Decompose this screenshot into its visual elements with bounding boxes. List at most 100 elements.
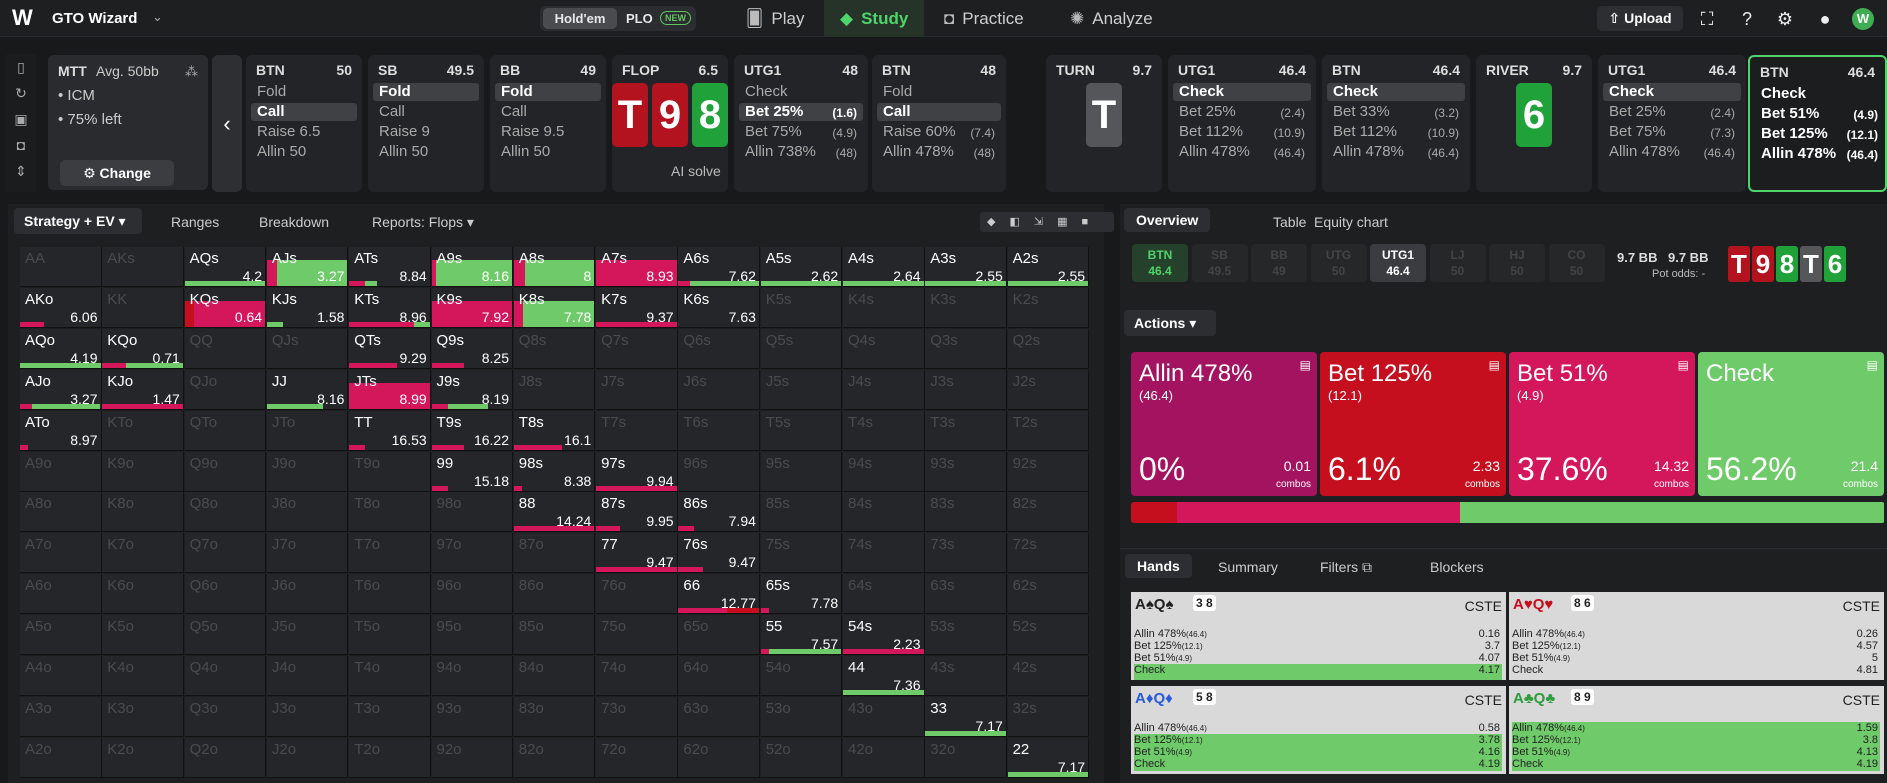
- nav-analyze[interactable]: ✺ Analyze: [1070, 0, 1153, 37]
- action-card-river[interactable]: RIVER 9.7 6: [1476, 55, 1592, 192]
- hand-cell[interactable]: 75s: [760, 533, 843, 574]
- hand-cell[interactable]: QTo: [184, 410, 267, 451]
- avatar[interactable]: W: [1852, 8, 1874, 30]
- hand-cell[interactable]: 33 7.17: [925, 696, 1007, 737]
- hand-cell[interactable]: 73o: [596, 696, 678, 737]
- action-card-bb[interactable]: BB 49 Fold Call Raise 9.5 Allin 50: [490, 55, 606, 192]
- hand-cell[interactable]: JJ 8.16: [266, 369, 349, 410]
- hand-cell[interactable]: Q7o: [184, 533, 267, 574]
- hand-cell[interactable]: 87s 9.95: [596, 492, 678, 533]
- change-button[interactable]: ⚙ Change: [60, 160, 174, 186]
- app-title[interactable]: GTO Wizard: [52, 10, 137, 27]
- note-icon[interactable]: ▤: [1867, 358, 1878, 372]
- hand-cell[interactable]: 73s: [925, 533, 1007, 574]
- actions-dropdown[interactable]: Actions ▾: [1124, 310, 1216, 336]
- hand-cell[interactable]: 76s 9.47: [678, 533, 760, 574]
- hand-cell[interactable]: Q2s: [1007, 328, 1090, 369]
- hand-cell[interactable]: T5s: [760, 410, 843, 451]
- hand-cell[interactable]: A4s 2.64: [843, 247, 925, 287]
- hand-cell[interactable]: 52s: [1007, 615, 1090, 656]
- hand-cell[interactable]: Q9o: [184, 451, 267, 492]
- hand-cell[interactable]: 93o: [431, 696, 513, 737]
- hand-cell[interactable]: 54o: [760, 656, 843, 696]
- hand-cell[interactable]: 82o: [513, 737, 596, 778]
- card-action-option[interactable]: Allin 738% (48): [739, 143, 863, 161]
- tab-table[interactable]: Table: [1273, 214, 1306, 230]
- card-action-option[interactable]: Fold: [251, 83, 357, 101]
- note-icon[interactable]: ▤: [1678, 358, 1689, 372]
- hand-cell[interactable]: 63s: [925, 574, 1007, 615]
- hand-card[interactable]: A♠Q♠ 3 8 CSTE Allin 478%(46.4) 0.16 Bet 125%(…: [1131, 592, 1506, 680]
- hand-cell[interactable]: A5o: [20, 615, 102, 656]
- action-card-utg1[interactable]: UTG1 48 Check Bet 25% (1.6) Bet 75% (4.9) Allin…: [734, 55, 868, 192]
- hand-cell[interactable]: KQs 0.64: [184, 287, 267, 328]
- tab-breakdown[interactable]: Breakdown: [259, 214, 329, 230]
- gto-wizard-logo[interactable]: W: [12, 6, 38, 30]
- card-action-option[interactable]: Check: [1755, 85, 1884, 103]
- card-action-option[interactable]: Raise 9: [373, 123, 479, 141]
- hand-cell[interactable]: K3o: [102, 696, 184, 737]
- note-icon[interactable]: ▤: [1300, 358, 1311, 372]
- hand-card[interactable]: A♦Q♦ 5 8 CSTE Allin 478%(46.4) 0.58 Bet 125%(…: [1131, 686, 1506, 774]
- hand-cell[interactable]: 65o: [678, 615, 760, 656]
- card-action-option[interactable]: Call: [251, 103, 357, 121]
- hand-cell[interactable]: A7o: [20, 533, 102, 574]
- hand-cell[interactable]: 85o: [513, 615, 596, 656]
- hand-cell[interactable]: TT 16.53: [349, 410, 431, 451]
- hand-card[interactable]: A♥Q♥ 8 6 CSTE Allin 478%(46.4) 0.26 Bet 125%(…: [1509, 592, 1884, 680]
- hand-cell[interactable]: AQo 4.19: [20, 328, 102, 369]
- card-action-option[interactable]: Allin 478% (46.4): [1173, 143, 1311, 161]
- hand-cell[interactable]: 53s: [925, 615, 1007, 656]
- hand-cell[interactable]: T3s: [925, 410, 1007, 451]
- hand-cell[interactable]: AKs: [102, 247, 184, 287]
- hand-cell[interactable]: K6o: [102, 574, 184, 615]
- hand-cell[interactable]: K5s: [760, 287, 843, 328]
- hand-cell[interactable]: 62o: [678, 737, 760, 778]
- card-action-option[interactable]: Fold: [877, 83, 1001, 101]
- chevron-down-icon[interactable]: ⌄: [152, 9, 163, 25]
- note-icon[interactable]: ▤: [1489, 358, 1500, 372]
- hand-cell[interactable]: T4o: [349, 656, 431, 696]
- card-action-option[interactable]: Fold: [495, 83, 601, 101]
- hand-cell[interactable]: J2o: [266, 737, 349, 778]
- nav-study[interactable]: ◆ Study: [824, 0, 925, 37]
- hand-cell[interactable]: 65s 7.78: [760, 574, 843, 615]
- hand-cell[interactable]: ATs 8.84: [349, 247, 431, 287]
- hand-cell[interactable]: 92o: [431, 737, 513, 778]
- card-action-option[interactable]: Bet 75% (4.9): [739, 123, 863, 141]
- tab-blockers[interactable]: Blockers: [1430, 559, 1484, 575]
- card-action-option[interactable]: Check: [739, 83, 863, 101]
- hand-cell[interactable]: K4o: [102, 656, 184, 696]
- hand-cell[interactable]: A5s 2.62: [760, 247, 843, 287]
- card-action-option[interactable]: Allin 478% (48): [877, 143, 1001, 161]
- card-action-option[interactable]: Allin 50: [495, 143, 601, 161]
- hand-cell[interactable]: T5o: [349, 615, 431, 656]
- card-action-option[interactable]: Allin 478% (46.4): [1327, 143, 1465, 161]
- hand-cell[interactable]: Q5o: [184, 615, 267, 656]
- action-card-btn[interactable]: BTN 46.4 Check Bet 33% (3.2) Bet 112% (10.9) Al…: [1322, 55, 1470, 192]
- hand-cell[interactable]: J6o: [266, 574, 349, 615]
- hand-cell[interactable]: Q4o: [184, 656, 267, 696]
- hand-cell[interactable]: J4s: [843, 369, 925, 410]
- tab-filters[interactable]: Filters ⧉: [1320, 559, 1372, 576]
- hand-cell[interactable]: A9o: [20, 451, 102, 492]
- action-card-btn[interactable]: BTN 48 Fold Call Raise 60% (7.4) Allin 478% (48…: [872, 55, 1006, 192]
- user-icon[interactable]: ●: [1814, 8, 1836, 30]
- hand-cell[interactable]: A3o: [20, 696, 102, 737]
- hand-cell[interactable]: K7o: [102, 533, 184, 574]
- hand-cell[interactable]: A7s 8.93: [596, 247, 678, 287]
- hand-cell[interactable]: 98o: [431, 492, 513, 533]
- hand-cell[interactable]: KTs 8.96: [349, 287, 431, 328]
- hand-cell[interactable]: 44 7.36: [843, 656, 925, 696]
- hand-cell[interactable]: 64s: [843, 574, 925, 615]
- card-action-option[interactable]: Bet 51% (4.9): [1755, 105, 1884, 123]
- hand-cell[interactable]: 97o: [431, 533, 513, 574]
- hand-cell[interactable]: K6s 7.63: [678, 287, 760, 328]
- hand-cell[interactable]: 63o: [678, 696, 760, 737]
- card-action-option[interactable]: Call: [373, 103, 479, 121]
- hand-cell[interactable]: 43o: [843, 696, 925, 737]
- hand-cell[interactable]: 42o: [843, 737, 925, 778]
- hand-cell[interactable]: Q3o: [184, 696, 267, 737]
- action-card-sb[interactable]: SB 49.5 Fold Call Raise 9 Allin 50: [368, 55, 484, 192]
- hand-cell[interactable]: 52o: [760, 737, 843, 778]
